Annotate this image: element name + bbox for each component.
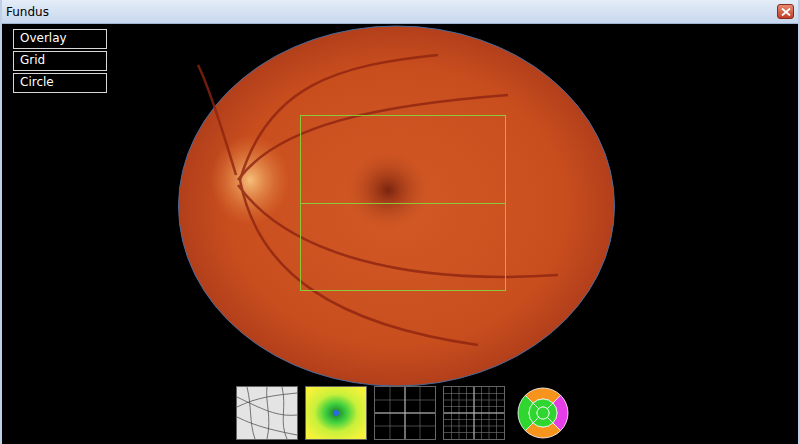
toolbar-button[interactable]: Grid	[13, 51, 107, 71]
analysis-overlay[interactable]	[300, 115, 506, 291]
toolbar-button[interactable]: Overlay	[13, 29, 107, 49]
thumbnail[interactable]	[236, 386, 298, 440]
close-icon	[781, 8, 791, 16]
window-title: Fundus	[6, 5, 49, 19]
fundus-photo	[178, 25, 615, 387]
title-bar: Fundus	[2, 0, 798, 24]
grid-icon	[444, 387, 504, 439]
close-button[interactable]	[777, 4, 794, 19]
thumbnail-strip	[236, 386, 574, 440]
thickness-map-icon	[306, 387, 366, 439]
grid-icon	[375, 387, 435, 439]
thumbnail[interactable]	[305, 386, 367, 440]
toolbar: OverlayGridCircle	[13, 29, 107, 93]
toolbar-button[interactable]: Circle	[13, 73, 107, 93]
fundus-canvas: OverlayGridCircle	[2, 24, 798, 444]
thumbnail[interactable]	[374, 386, 436, 440]
fundus-window: Fundus OverlayGridCircle	[0, 0, 800, 444]
sector-map-icon	[513, 387, 573, 439]
vessel-map-icon	[237, 387, 297, 439]
overlay-row	[301, 203, 505, 291]
thumbnail[interactable]	[512, 386, 574, 440]
overlay-row	[301, 116, 505, 203]
thumbnail[interactable]	[443, 386, 505, 440]
